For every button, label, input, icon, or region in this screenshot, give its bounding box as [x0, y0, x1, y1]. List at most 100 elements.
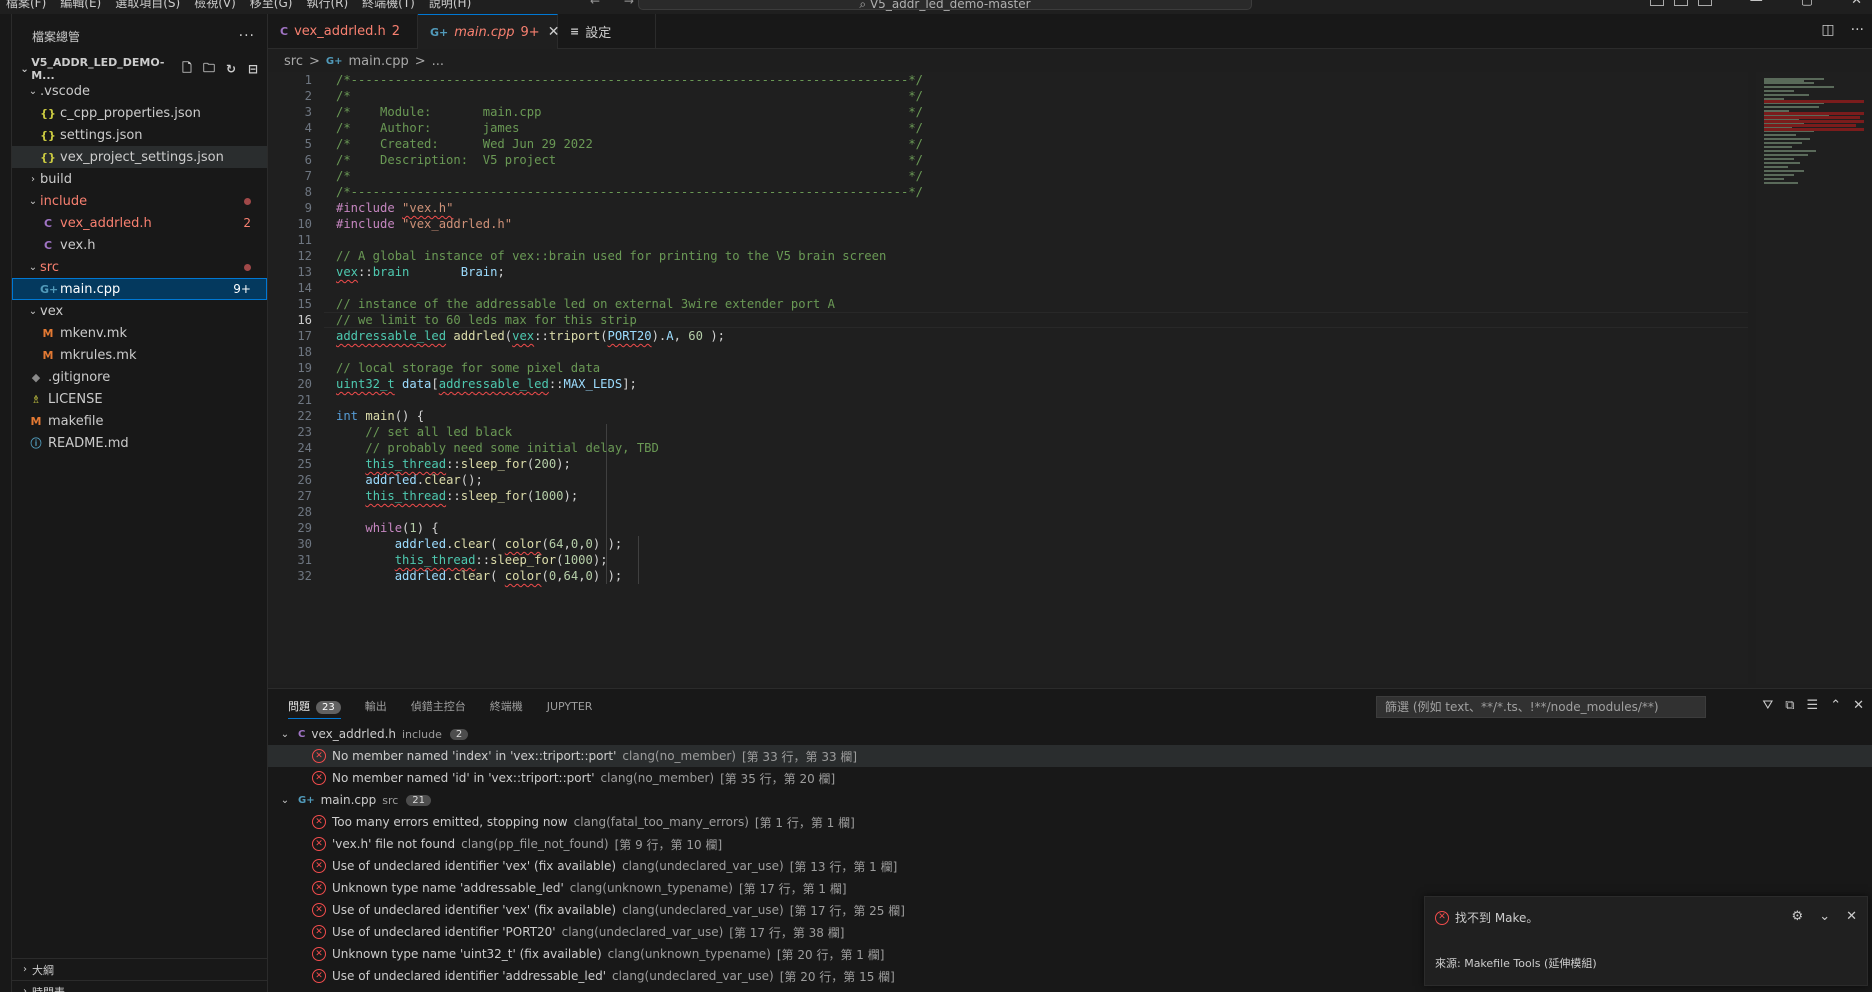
- problem-row[interactable]: ✕ 'vex.h' file not found clang(pp_file_not…: [268, 833, 1872, 855]
- maximize-icon[interactable]: ▢: [1801, 0, 1813, 8]
- more-actions-icon[interactable]: ···: [239, 28, 255, 44]
- tab-settings[interactable]: ≡ 設定: [558, 14, 656, 49]
- menu-item[interactable]: 檔案(F): [6, 0, 46, 11]
- tree-folder[interactable]: ⌄ src: [12, 256, 267, 278]
- minimize-icon[interactable]: —: [1750, 0, 1763, 8]
- minimap-error-marker: [1764, 112, 1864, 115]
- c-file-icon: C: [43, 238, 53, 252]
- code-token: ::: [358, 265, 373, 279]
- workspace-root[interactable]: ⌄ V5_ADDR_LED_DEMO-M... 🗋 🗀 ↻ ⊟: [12, 56, 267, 82]
- problem-row[interactable]: ✕ No member named 'index' in 'vex::tripor…: [268, 745, 1872, 767]
- chevron-down-icon[interactable]: ⌄: [1819, 909, 1830, 924]
- window-controls: — ▢ ✕: [1750, 0, 1862, 8]
- menu-item[interactable]: 說明(H): [429, 0, 471, 11]
- panel-tab[interactable]: 偵錯主控台: [411, 698, 466, 714]
- code-token: /* Module: main.cpp */: [336, 105, 923, 119]
- tree-file[interactable]: {} settings.json: [12, 124, 267, 146]
- close-panel-icon[interactable]: ✕: [1853, 698, 1864, 713]
- minimap-line: [1764, 90, 1794, 92]
- close-icon[interactable]: ✕: [1851, 0, 1862, 8]
- problem-row[interactable]: ✕ Use of undeclared identifier 'vex' (fix…: [268, 855, 1872, 877]
- new-folder-icon[interactable]: 🗀: [201, 61, 217, 77]
- tree-item-label: main.cpp: [60, 281, 121, 297]
- tree-item-label: README.md: [48, 435, 129, 451]
- tree-file[interactable]: Mmkenv.mk: [12, 322, 267, 344]
- code-token: // A global instance of vex::brain used …: [336, 249, 887, 263]
- problem-group-row[interactable]: ⌄ G+ main.cpp src 21: [268, 789, 1872, 811]
- gear-icon[interactable]: ⚙: [1792, 909, 1804, 924]
- code-token: /* */: [336, 89, 923, 103]
- line-number: 27: [297, 489, 312, 503]
- nav-arrows[interactable]: ← →: [590, 0, 644, 8]
- tree-file[interactable]: Cvex.h: [12, 234, 267, 256]
- code-token: 0: [585, 537, 593, 551]
- menu-item[interactable]: 檢視(V): [194, 0, 236, 11]
- toggle-secondary-sidebar-icon[interactable]: [1698, 0, 1712, 6]
- tree-file[interactable]: Cvex_addrled.h 2: [12, 212, 267, 234]
- tree-folder[interactable]: ⌄ vex: [12, 300, 267, 322]
- breadcrumb-symbol[interactable]: ...: [432, 54, 444, 69]
- tree-item-label: src: [40, 259, 59, 275]
- menu-item[interactable]: 執行(R): [306, 0, 348, 11]
- toggle-sidebar-icon[interactable]: [1650, 0, 1664, 6]
- outline-section[interactable]: › 大綱: [12, 958, 268, 980]
- refresh-icon[interactable]: ↻: [223, 61, 239, 77]
- tree-folder[interactable]: ⌄ .vscode: [12, 80, 267, 102]
- line-number: 11: [297, 233, 312, 247]
- problem-group-row[interactable]: ⌄ Cvex_addrled.h include 2: [268, 723, 1872, 745]
- line-text: /* Module: main.cpp */: [336, 104, 923, 120]
- problem-row[interactable]: ✕ Too many errors emitted, stopping now cl…: [268, 811, 1872, 833]
- split-editor-icon[interactable]: ◫: [1821, 22, 1834, 38]
- minimap[interactable]: [1756, 72, 1872, 684]
- tree-file[interactable]: {} c_cpp_properties.json: [12, 102, 267, 124]
- new-file-icon[interactable]: 🗋: [179, 61, 195, 77]
- problem-group-dir: src: [382, 793, 399, 807]
- tree-file[interactable]: ⓘ README.md: [12, 432, 267, 454]
- explorer-title: 檔案總管: [32, 29, 81, 44]
- tree-folder[interactable]: › build: [12, 168, 267, 190]
- timeline-section[interactable]: › 時間表: [12, 980, 268, 992]
- tree-file[interactable]: ♗ LICENSE: [12, 388, 267, 410]
- view-as-list-icon[interactable]: ☰: [1807, 698, 1819, 713]
- problem-position: [第 17 行，第 38 欄]: [729, 925, 845, 940]
- line-text: /* Author: james */: [336, 120, 923, 136]
- maximize-panel-icon[interactable]: ⌃: [1830, 698, 1841, 713]
- menu-item[interactable]: 移至(G): [250, 0, 293, 11]
- panel-tab[interactable]: 問題 23: [288, 698, 341, 719]
- panel-tab[interactable]: 輸出: [365, 698, 387, 714]
- tree-file[interactable]: ◆ .gitignore: [12, 366, 267, 388]
- code-editor[interactable]: 1 /*-------------------------------------…: [268, 72, 1748, 684]
- tree-file[interactable]: G+ main.cpp 9+: [12, 278, 267, 300]
- editor-actions: ◫ ···: [1821, 22, 1864, 38]
- tree-file[interactable]: {} vex_project_settings.json: [12, 146, 267, 168]
- error-icon: ✕: [312, 925, 326, 939]
- filter-icon[interactable]: ⛛: [1762, 698, 1773, 713]
- problem-row[interactable]: ✕ No member named 'id' in 'vex::triport::…: [268, 767, 1872, 789]
- panel-tab[interactable]: 終端機: [490, 698, 523, 714]
- breadcrumb-src[interactable]: src: [284, 54, 303, 69]
- command-center[interactable]: ⌕ V5_addr_led_demo-master: [638, 0, 1252, 11]
- breadcrumb-file[interactable]: main.cpp: [348, 54, 408, 69]
- tab-main-cpp[interactable]: G+ main.cpp 9+ ✕: [418, 14, 559, 49]
- menu-item[interactable]: 終端機(T): [362, 0, 415, 11]
- tree-item-label: c_cpp_properties.json: [60, 105, 201, 121]
- collapse-all-icon[interactable]: ⧉: [1785, 698, 1794, 713]
- line-number: 26: [297, 473, 312, 487]
- line-text: /* Created: Wed Jun 29 2022 */: [336, 136, 923, 152]
- collapse-all-icon[interactable]: ⊟: [245, 61, 261, 77]
- tree-item-label: vex_project_settings.json: [60, 149, 224, 165]
- toggle-panel-icon[interactable]: [1674, 0, 1688, 6]
- problems-filter-input[interactable]: 篩選 (例如 text、**/*.ts、!**/node_modules/**): [1376, 696, 1706, 718]
- close-icon[interactable]: ✕: [1846, 909, 1857, 924]
- tree-folder[interactable]: ⌄ include: [12, 190, 267, 212]
- menu-item[interactable]: 選取項目(S): [115, 0, 180, 11]
- minimap-error-marker: [1764, 128, 1864, 131]
- problem-source: clang(undeclared_var_use): [612, 969, 774, 983]
- tab-vex-addrled-h[interactable]: C vex_addrled.h 2: [268, 14, 418, 49]
- panel-tab[interactable]: JUPYTER: [547, 700, 593, 713]
- tree-file[interactable]: Mmkrules.mk: [12, 344, 267, 366]
- menu-item[interactable]: 編輯(E): [60, 0, 101, 11]
- more-actions-icon[interactable]: ···: [1851, 22, 1864, 38]
- tree-file[interactable]: Mmakefile: [12, 410, 267, 432]
